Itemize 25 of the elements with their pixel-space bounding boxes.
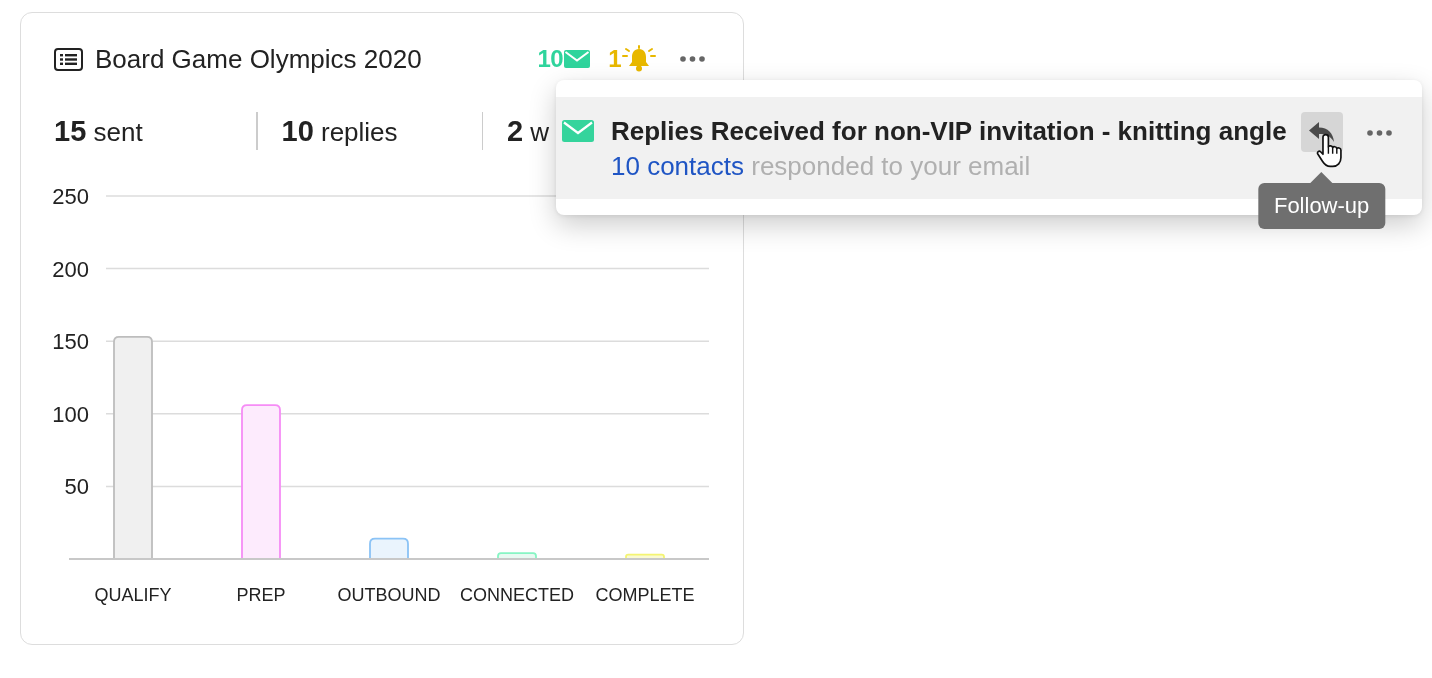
x-axis-label: OUTBOUND	[337, 585, 441, 605]
counter-value: 10	[537, 45, 564, 73]
y-axis-label: 250	[52, 184, 89, 209]
x-axis-label: QUALIFY	[94, 585, 172, 605]
stat-text: 10 replies	[281, 114, 399, 148]
y-axis-label: 200	[52, 256, 89, 282]
card-title: Board Game Olympics 2020	[95, 43, 423, 75]
counter-value: 1	[608, 45, 621, 73]
tooltip: Follow-up	[1257, 172, 1386, 229]
stat-text: 15 sent	[54, 114, 144, 148]
x-axis-label: PREP	[236, 585, 286, 605]
y-axis-label: 100	[52, 401, 89, 427]
list-icon	[54, 47, 83, 71]
x-axis-label: CONNECTED	[460, 585, 574, 605]
notification-text: 10 contacts responded to your email	[611, 150, 1032, 182]
stat-text: 2 w	[507, 114, 550, 148]
more-icon[interactable]	[1367, 130, 1392, 136]
notification-title: Replies Received for non-VIP invitation - knitting angle	[611, 115, 1287, 147]
y-axis-label: 50	[64, 474, 89, 500]
envelope-icon	[562, 120, 594, 142]
x-axis-label: COMPLETE	[595, 585, 695, 605]
reply-icon	[1307, 120, 1336, 144]
more-icon[interactable]	[680, 56, 705, 62]
y-axis-label: 150	[52, 329, 89, 355]
contacts-link[interactable]: 10 contacts	[611, 151, 744, 181]
